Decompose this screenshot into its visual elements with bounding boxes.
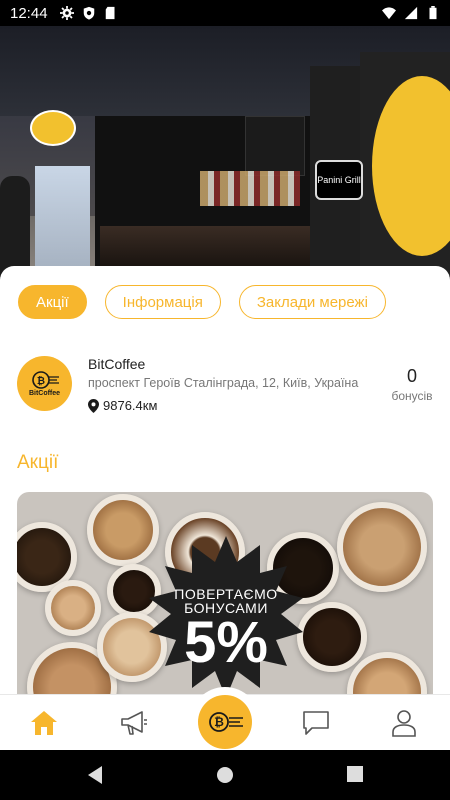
coffee-cup [45,580,101,636]
recents-icon[interactable] [346,765,364,783]
status-bar: 12:44 [0,0,450,26]
bottom-nav: ₿ [0,687,450,757]
battery-icon [429,6,437,20]
tab-promotions[interactable]: Акції [18,285,87,319]
section-title-promotions: Акції [17,452,59,473]
hero-person [0,176,30,276]
sd-card-icon [105,6,115,20]
svg-text:₿: ₿ [36,375,44,387]
bonus-count: 0 [406,366,417,386]
nav-chat[interactable] [298,705,334,741]
bitcoffee-logo-icon: ₿ [31,371,59,389]
hero-photo: Panini Grill [0,26,450,276]
promo-banner[interactable]: ПОВЕРТАЄМО БОНУСАМИ 5% [17,492,433,694]
hero-shelf [200,171,300,206]
shop-distance-value: 9876.4км [103,398,158,413]
svg-text:₿: ₿ [214,715,224,729]
megaphone-icon [121,711,147,735]
tab-information[interactable]: Інформація [104,285,221,319]
nav-promotions[interactable] [116,705,152,741]
wifi-icon [382,7,396,20]
promo-value: 5% [184,610,268,675]
home-icon [31,711,57,735]
shop-logo: ₿ BitCoffee [17,356,72,411]
shop-address: проспект Героїв Сталінграда, 12, Київ, У… [88,376,359,390]
tab-bar: Акції Інформація Заклади мережі [18,285,386,319]
profile-icon [392,710,416,737]
shop-distance: 9876.4км [88,398,157,413]
promo-burst-badge: ПОВЕРТАЄМО БОНУСАМИ 5% [145,536,307,694]
nav-profile[interactable] [386,705,422,741]
hero-logo-small [30,110,76,146]
status-time: 12:44 [10,4,48,22]
shop-name: BitCoffee [88,356,146,372]
bonus-label: бонусів [391,389,433,403]
gear-icon [59,6,74,20]
coffee-cup [337,502,427,592]
system-nav-bar [0,750,450,800]
shop-card[interactable]: ₿ BitCoffee BitCoffee проспект Героїв Ст… [17,354,437,414]
tab-network-venues[interactable]: Заклади мережі [238,285,386,319]
shield-icon [83,6,94,20]
bonus-counter: 0 бонусів [387,366,437,403]
home-system-icon[interactable] [215,765,235,785]
back-icon[interactable] [86,765,104,785]
chat-icon [303,711,329,735]
signal-icon [404,6,418,20]
location-pin-icon [88,398,99,413]
hero-menu-board [245,116,305,176]
coffee-cup [297,602,367,672]
nav-home[interactable] [26,705,62,741]
hero-shop-window [35,166,90,266]
nav-center-logo[interactable]: ₿ [190,687,260,757]
shop-logo-text: BitCoffee [28,390,61,397]
bitcoffee-logo-icon: ₿ [209,712,243,732]
content-sheet: Акції Інформація Заклади мережі ₿ BitCof… [0,266,450,694]
hero-panini-sign: Panini Grill [315,160,363,200]
nav-center-inner: ₿ [198,695,252,749]
hero-counter [100,226,310,266]
